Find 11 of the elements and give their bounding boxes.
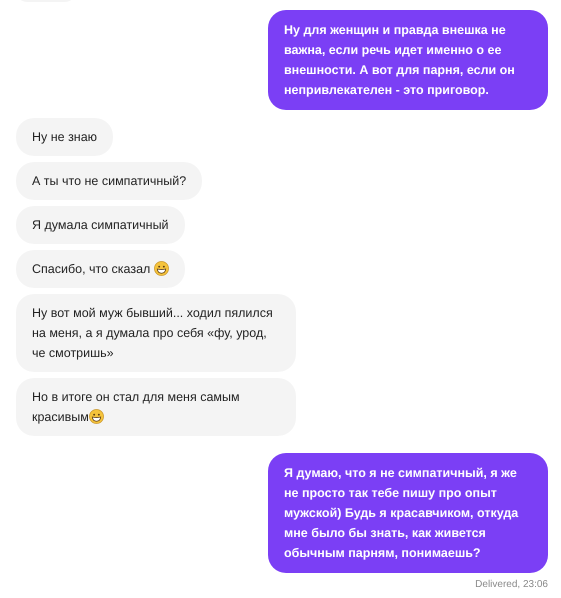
grinning-face-icon xyxy=(88,409,104,424)
delivery-status: Delivered, 23:06 xyxy=(475,578,548,592)
message-bubble: Ну не знаю xyxy=(16,118,114,156)
message-bubble: Ну вот мой муж бывший... ходил пялился на меня, а я думала про себя «фу, урод, че смотришь» xyxy=(16,294,296,372)
grinning-face-icon xyxy=(154,261,169,276)
message-bubble: Я думала симпатичный xyxy=(16,206,185,244)
message-bubble: Но в итоге он стал для меня самым красивым xyxy=(16,378,296,436)
message-bubble: Спасибо, что сказал xyxy=(16,250,185,288)
message-bubble: Ну для женщин и правда внешка не важна, если речь идет именно о ее внешности. А вот для парня, если он непривлекателен - это приговор. xyxy=(268,10,548,110)
message-bubble: А ты что не симпатичный? xyxy=(16,162,202,200)
message-bubble: Я думаю, что я не симпатичный, я же не просто так тебе пишу про опыт мужской) Будь я красавчиком, откуда мне было бы знать, как живется обычным парням, понимаешь? xyxy=(268,453,548,573)
